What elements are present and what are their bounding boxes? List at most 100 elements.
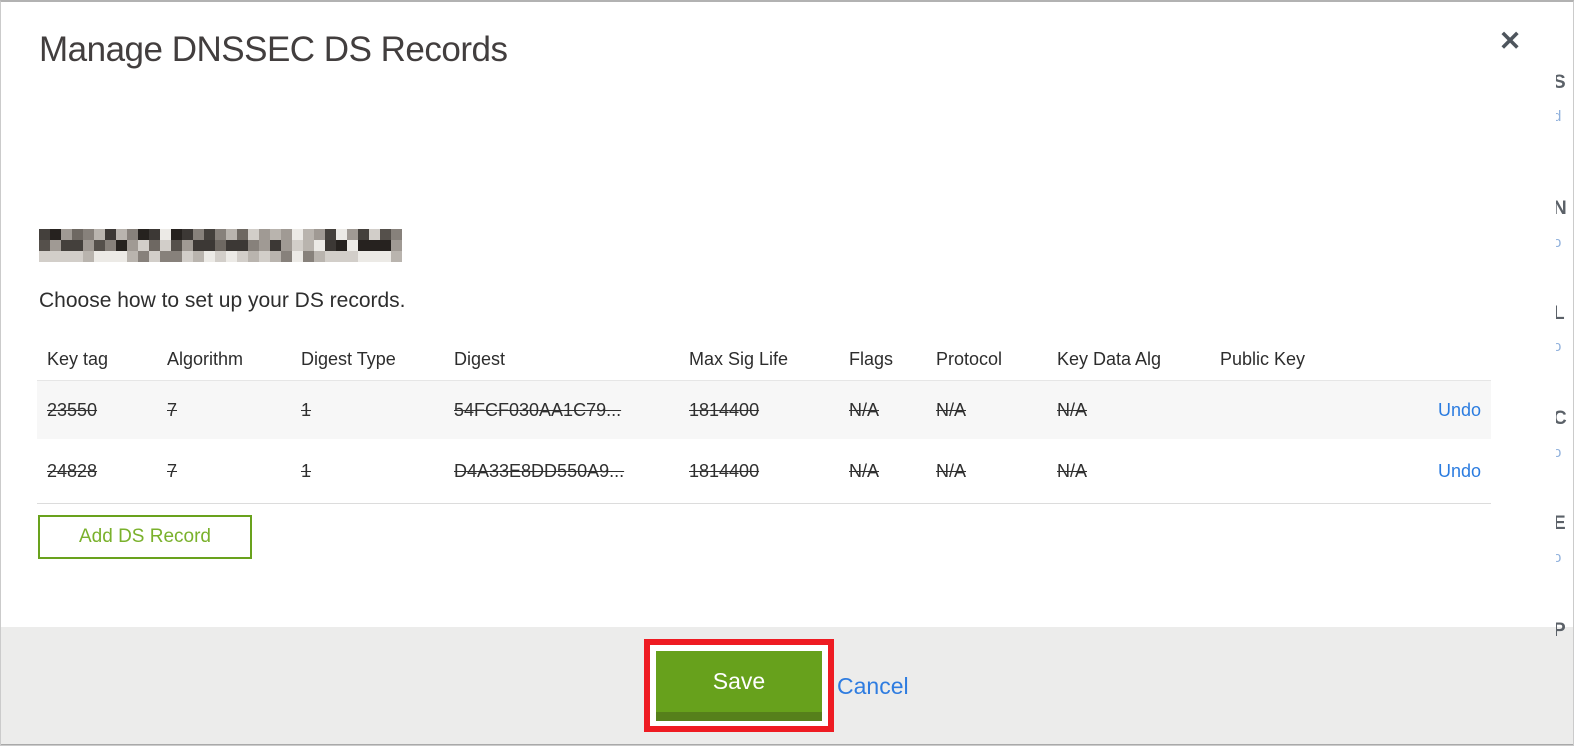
mosaic-pixel: [259, 229, 270, 240]
cell-digest: D4A33E8DD550A9...: [454, 460, 625, 481]
mosaic-pixel: [336, 240, 347, 251]
mosaic-pixel: [61, 240, 72, 251]
mosaic-pixel: [127, 240, 138, 251]
mosaic-pixel: [226, 240, 237, 251]
mosaic-pixel: [270, 251, 281, 262]
cell-algorithm: 7: [167, 399, 178, 420]
mosaic-pixel: [160, 251, 171, 262]
background-text-fragment: C: [1556, 408, 1567, 430]
cell-algorithm: 7: [167, 460, 178, 481]
column-header-algorithm: Algorithm: [167, 348, 244, 369]
mosaic-pixel: [358, 251, 369, 262]
mosaic-pixel: [347, 229, 358, 240]
mosaic-pixel: [204, 229, 215, 240]
mosaic-pixel: [347, 251, 358, 262]
mosaic-pixel: [325, 251, 336, 262]
mosaic-pixel: [336, 229, 347, 240]
cell-max-sig-life: 1814400: [689, 399, 760, 420]
cell-digest-type: 1: [301, 460, 312, 481]
mosaic-pixel: [72, 251, 83, 262]
mosaic-pixel: [94, 229, 105, 240]
mosaic-pixel: [105, 240, 116, 251]
mosaic-pixel: [182, 251, 193, 262]
mosaic-pixel: [160, 229, 171, 240]
mosaic-pixel: [226, 229, 237, 240]
mosaic-pixel: [193, 251, 204, 262]
mosaic-pixel: [182, 240, 193, 251]
mosaic-pixel: [105, 229, 116, 240]
column-header-flags: Flags: [849, 348, 894, 369]
mosaic-pixel: [160, 240, 171, 251]
mosaic-pixel: [39, 240, 50, 251]
mosaic-pixel: [325, 240, 336, 251]
mosaic-pixel: [127, 251, 138, 262]
mosaic-pixel: [83, 251, 94, 262]
mosaic-pixel: [171, 251, 182, 262]
mosaic-pixel: [237, 251, 248, 262]
mosaic-pixel: [138, 229, 149, 240]
manage-dnssec-modal: Manage DNSSEC DS Records ✕ Choose how to…: [1, 2, 1558, 745]
mosaic-pixel: [369, 251, 380, 262]
mosaic-pixel: [94, 240, 105, 251]
mosaic-pixel: [369, 240, 380, 251]
save-button[interactable]: Save: [656, 650, 822, 721]
cancel-link[interactable]: Cancel: [837, 673, 909, 700]
cell-protocol: N/A: [936, 460, 967, 481]
cell-protocol: N/A: [936, 399, 967, 420]
mosaic-pixel: [182, 229, 193, 240]
cell-key-tag: 23550: [47, 399, 98, 420]
mosaic-pixel: [380, 251, 391, 262]
mosaic-pixel: [50, 229, 61, 240]
close-icon[interactable]: ✕: [1493, 24, 1527, 58]
background-text-fragment: P: [1556, 620, 1566, 642]
mosaic-pixel: [116, 229, 127, 240]
table-row: 24828 7 1 D4A33E8DD550A9... 1814400 N/A …: [37, 439, 1491, 504]
mosaic-pixel: [72, 229, 83, 240]
cell-key-tag: 24828: [47, 460, 98, 481]
mosaic-pixel: [39, 229, 50, 240]
mosaic-pixel: [292, 240, 303, 251]
mosaic-pixel: [204, 251, 215, 262]
mosaic-pixel: [336, 251, 347, 262]
mosaic-pixel: [292, 251, 303, 262]
page-title: Manage DNSSEC DS Records: [39, 30, 508, 69]
background-footer-strip: [1556, 627, 1573, 745]
modal-footer: Save Cancel: [1, 627, 1557, 745]
column-header-digest-type: Digest Type: [301, 348, 396, 369]
mosaic-pixel: [215, 251, 226, 262]
cell-digest: 54FCF030AA1C79...: [454, 399, 622, 420]
mosaic-pixel: [50, 240, 61, 251]
mosaic-pixel: [248, 251, 259, 262]
background-text-fragment: o: [1556, 338, 1561, 355]
add-ds-record-button[interactable]: Add DS Record: [38, 515, 252, 559]
mosaic-pixel: [72, 240, 83, 251]
mosaic-pixel: [391, 240, 402, 251]
mosaic-pixel: [193, 240, 204, 251]
table-row: 23550 7 1 54FCF030AA1C79... 1814400 N/A …: [37, 380, 1491, 439]
cell-flags: N/A: [849, 399, 880, 420]
mosaic-pixel: [314, 229, 325, 240]
mosaic-pixel: [215, 229, 226, 240]
mosaic-pixel: [303, 251, 314, 262]
mosaic-pixel: [303, 240, 314, 251]
mosaic-pixel: [149, 251, 160, 262]
undo-link[interactable]: Undo: [1411, 461, 1481, 482]
undo-link[interactable]: Undo: [1411, 400, 1481, 421]
save-button-highlight: Save: [644, 639, 834, 732]
mosaic-pixel: [347, 240, 358, 251]
mosaic-pixel: [259, 240, 270, 251]
mosaic-pixel: [259, 251, 270, 262]
mosaic-pixel: [193, 229, 204, 240]
mosaic-pixel: [94, 251, 105, 262]
mosaic-pixel: [50, 251, 61, 262]
mosaic-pixel: [83, 229, 94, 240]
mosaic-pixel: [127, 229, 138, 240]
mosaic-pixel: [138, 251, 149, 262]
mosaic-pixel: [226, 251, 237, 262]
mosaic-pixel: [39, 251, 50, 262]
mosaic-pixel: [358, 229, 369, 240]
mosaic-pixel: [281, 229, 292, 240]
background-text-fragment: o: [1556, 549, 1561, 566]
column-header-digest: Digest: [454, 348, 506, 369]
background-text-fragment: S: [1556, 72, 1566, 94]
